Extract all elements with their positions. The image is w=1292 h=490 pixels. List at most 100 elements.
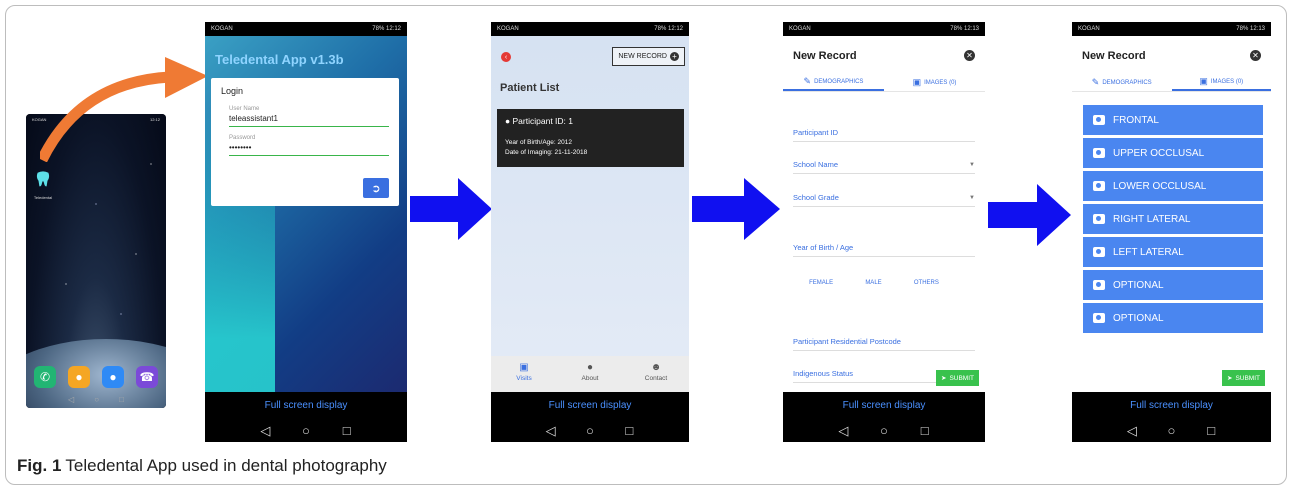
full-screen-display-link[interactable]: Full screen display xyxy=(1072,400,1271,411)
camera-icon xyxy=(1093,214,1105,224)
password-field[interactable]: Password •••••••• xyxy=(229,135,389,156)
tab-images[interactable]: ▣ IMAGES (0) xyxy=(884,74,985,91)
figure-caption: Fig. 1 Teledental App used in dental phot… xyxy=(17,456,387,476)
gender-others-option[interactable]: OTHERS xyxy=(914,280,939,286)
capture-optional-button[interactable]: OPTIONAL xyxy=(1083,303,1263,333)
tab-label: Visits xyxy=(516,375,532,382)
battery-level: 78% xyxy=(654,26,667,32)
year-of-birth-field[interactable]: Year of Birth / Age xyxy=(793,239,975,257)
recents-key-icon[interactable]: □ xyxy=(339,423,355,439)
capture-left-lateral-button[interactable]: LEFT LATERAL xyxy=(1083,237,1263,267)
gender-female-option[interactable]: FEMALE xyxy=(809,280,833,286)
button-label: LOWER OCCLUSAL xyxy=(1113,180,1207,192)
camera-icon xyxy=(1093,280,1105,290)
close-button[interactable]: ✕ xyxy=(964,50,975,61)
chevron-down-icon: ▼ xyxy=(969,194,975,201)
recents-key-icon[interactable]: □ xyxy=(1203,423,1219,439)
full-screen-display-link[interactable]: Full screen display xyxy=(491,400,689,411)
pencil-icon: ✎ xyxy=(803,76,812,86)
submit-label: SUBMIT xyxy=(1235,374,1260,382)
tab-images[interactable]: ▣ IMAGES (0) xyxy=(1171,74,1271,91)
status-time: 12:13 xyxy=(1249,26,1265,32)
button-label: OPTIONAL xyxy=(1113,279,1164,291)
recents-key-icon[interactable]: □ xyxy=(119,395,124,404)
viber-icon[interactable]: ☎ xyxy=(136,366,158,388)
page-title: New Record xyxy=(793,50,857,62)
username-field[interactable]: User Name teleassistant1 xyxy=(229,106,389,127)
recents-key-icon[interactable]: □ xyxy=(621,423,637,439)
full-screen-display-link[interactable]: Full screen display xyxy=(783,400,985,411)
school-name-select[interactable]: School Name ▼ xyxy=(793,156,975,174)
home-key-icon[interactable]: ○ xyxy=(298,423,314,439)
home-key-icon[interactable]: ○ xyxy=(94,395,99,404)
full-screen-display-link[interactable]: Full screen display xyxy=(205,400,407,411)
new-record-button[interactable]: NEW RECORD + xyxy=(612,47,685,66)
carrier-label: KOGAN xyxy=(789,26,811,32)
login-button[interactable]: ➲ xyxy=(363,178,389,198)
capture-optional-button[interactable]: OPTIONAL xyxy=(1083,270,1263,300)
pencil-icon: ✎ xyxy=(1091,77,1100,87)
close-icon: ✕ xyxy=(966,51,973,60)
record-tabs: ✎ DEMOGRAPHICS ▣ IMAGES (0) xyxy=(783,74,985,92)
battery-level: 78% xyxy=(372,26,385,32)
new-record-label: NEW RECORD xyxy=(618,53,667,60)
status-bar: KOGAN 78% 12:13 xyxy=(1072,22,1271,36)
field-label: Year of Birth / Age xyxy=(793,243,854,252)
participant-id: Participant ID: 1 xyxy=(512,116,573,126)
phone-new-record-images: KOGAN 78% 12:13 New Record ✕ ✎ DEMOGRAPH… xyxy=(1072,22,1271,442)
button-label: FRONTAL xyxy=(1113,114,1159,126)
password-input[interactable]: •••••••• xyxy=(229,141,389,156)
tooth-icon xyxy=(36,171,50,187)
blue-arrow xyxy=(988,184,1071,246)
home-key-icon[interactable]: ○ xyxy=(582,423,598,439)
gender-male-option[interactable]: MALE xyxy=(865,280,881,286)
record-tabs: ✎ DEMOGRAPHICS ▣ IMAGES (0) xyxy=(1072,74,1271,92)
school-grade-select[interactable]: School Grade ▼ xyxy=(793,189,975,207)
login-heading: Login xyxy=(221,86,244,96)
close-button[interactable]: ✕ xyxy=(1250,50,1261,61)
info-icon: ● xyxy=(586,362,594,373)
tab-demographics[interactable]: ✎ DEMOGRAPHICS xyxy=(1072,74,1172,91)
tab-visits[interactable]: ▣ Visits xyxy=(499,362,549,392)
submit-button[interactable]: ➤ SUBMIT xyxy=(935,370,979,386)
tab-demographics[interactable]: ✎ DEMOGRAPHICS xyxy=(783,74,884,91)
chevron-down-icon: ▼ xyxy=(969,161,975,168)
back-key-icon[interactable]: ◁ xyxy=(543,423,559,439)
login-card: Login User Name teleassistant1 Password … xyxy=(211,78,399,206)
battery-level: 78% xyxy=(1236,26,1249,32)
back-key-icon[interactable]: ◁ xyxy=(1124,423,1140,439)
home-key-icon[interactable]: ○ xyxy=(876,423,892,439)
home-key-icon[interactable]: ○ xyxy=(1163,423,1179,439)
tab-contact[interactable]: ☻ Contact xyxy=(631,362,681,392)
back-key-icon[interactable]: ◁ xyxy=(257,423,273,439)
username-input[interactable]: teleassistant1 xyxy=(229,112,389,127)
login-arrow-icon: ➲ xyxy=(371,182,381,195)
back-key-icon[interactable]: ◁ xyxy=(835,423,851,439)
camera-icon: ▣ xyxy=(912,77,922,87)
participant-id-field[interactable]: Participant ID xyxy=(793,124,975,142)
tab-label: Contact xyxy=(644,375,668,382)
phone-new-record-demographics: KOGAN 78% 12:13 New Record ✕ ✎ DEMOGRAPH… xyxy=(783,22,985,442)
bottom-tab-bar: ▣ Visits ● About ☻ Contact xyxy=(491,356,689,392)
recents-key-icon[interactable]: □ xyxy=(917,423,933,439)
phone-icon[interactable]: ✆ xyxy=(34,366,56,388)
submit-button[interactable]: ➤ SUBMIT xyxy=(1221,370,1265,386)
login-screen: Teledental App v1.3b Login User Name tel… xyxy=(205,36,407,392)
patient-card[interactable]: ● Participant ID: 1 Year of Birth/Age: 2… xyxy=(497,109,684,167)
capture-upper-occlusal-button[interactable]: UPPER OCCLUSAL xyxy=(1083,138,1263,168)
back-button[interactable]: ‹ xyxy=(501,52,511,62)
postcode-field[interactable]: Participant Residential Postcode xyxy=(793,333,975,351)
capture-right-lateral-button[interactable]: RIGHT LATERAL xyxy=(1083,204,1263,234)
capture-frontal-button[interactable]: FRONTAL xyxy=(1083,105,1263,135)
messages-icon[interactable]: ● xyxy=(102,366,124,388)
button-label: UPPER OCCLUSAL xyxy=(1113,147,1205,159)
contacts-icon[interactable]: ● xyxy=(68,366,90,388)
back-key-icon[interactable]: ◁ xyxy=(68,395,74,404)
figure-label: Fig. 1 xyxy=(17,456,62,475)
battery-level: 78% xyxy=(950,26,963,32)
app-title: Teledental App v1.3b xyxy=(215,52,344,67)
teledental-app-icon[interactable]: Teledental xyxy=(32,170,54,200)
field-label: Participant ID xyxy=(793,128,839,137)
capture-lower-occlusal-button[interactable]: LOWER OCCLUSAL xyxy=(1083,171,1263,201)
tab-about[interactable]: ● About xyxy=(565,362,615,392)
